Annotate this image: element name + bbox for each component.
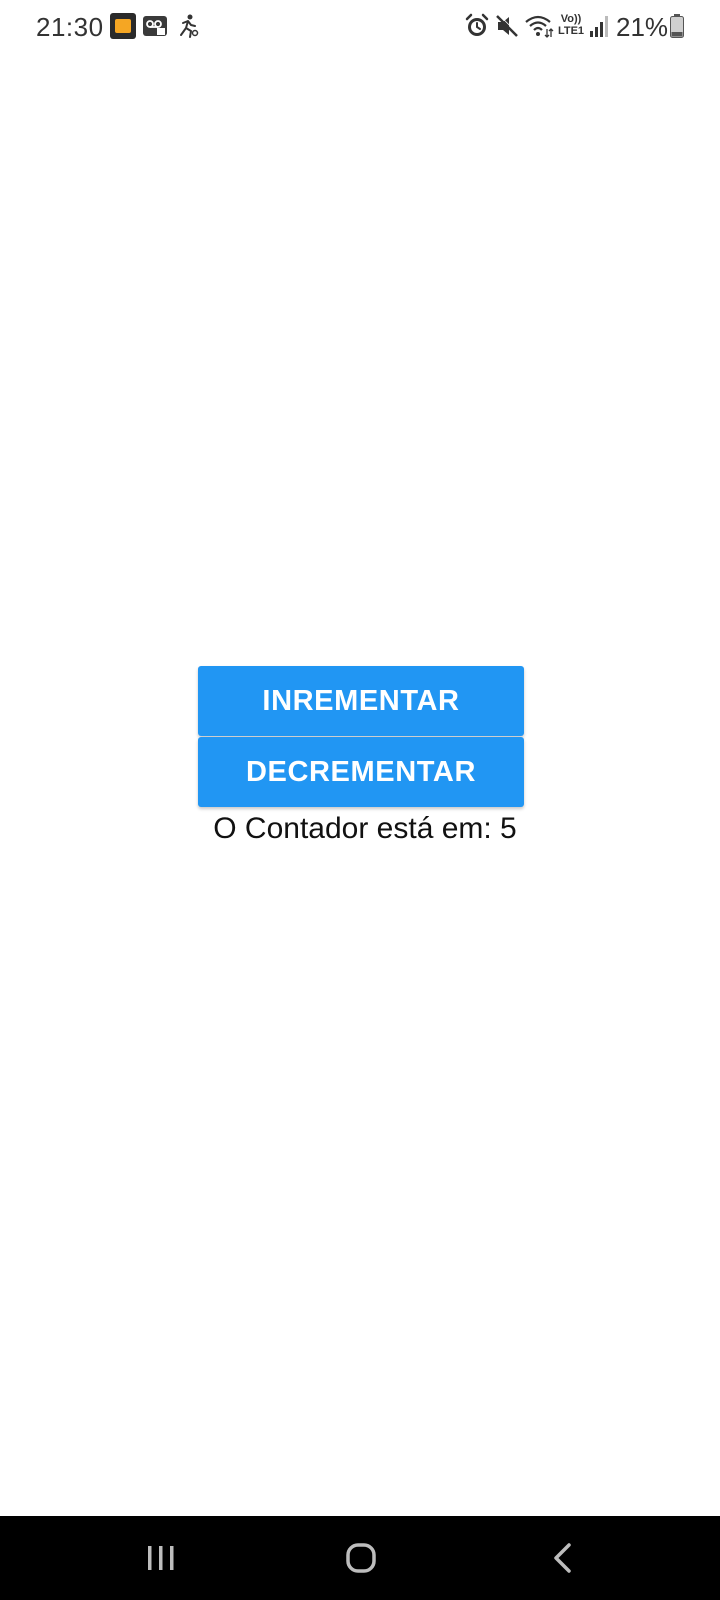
- battery-percent: 21%: [616, 12, 669, 42]
- running-icon: [180, 14, 199, 38]
- battery-icon: [670, 14, 684, 38]
- signal-icon: [590, 16, 608, 37]
- increment-button[interactable]: INREMENTAR: [198, 666, 524, 736]
- counter-text: O Contador está em: 5: [213, 812, 517, 845]
- recents-icon[interactable]: [141, 1538, 181, 1578]
- notification-app-icon: [110, 13, 136, 39]
- alarm-icon: [465, 13, 489, 36]
- status-time: 21:30: [36, 12, 104, 42]
- wifi-icon: [525, 15, 554, 38]
- app-screen: 21:30 Vo)) LTE1 21% INREMENTAR DECREMENT…: [0, 0, 720, 1600]
- home-icon[interactable]: [341, 1538, 381, 1578]
- volte-top-label: Vo)): [560, 13, 582, 25]
- status-bar: 21:30 Vo)) LTE1 21%: [0, 0, 720, 54]
- decrement-button[interactable]: DECREMENTAR: [198, 737, 524, 807]
- back-icon[interactable]: [543, 1538, 583, 1578]
- mute-icon: [496, 14, 519, 37]
- navigation-bar: [0, 1516, 720, 1600]
- volte-icon: Vo)) LTE1: [556, 13, 586, 41]
- volte-bottom-label: LTE1: [557, 25, 585, 37]
- voicemail-icon: [143, 16, 167, 36]
